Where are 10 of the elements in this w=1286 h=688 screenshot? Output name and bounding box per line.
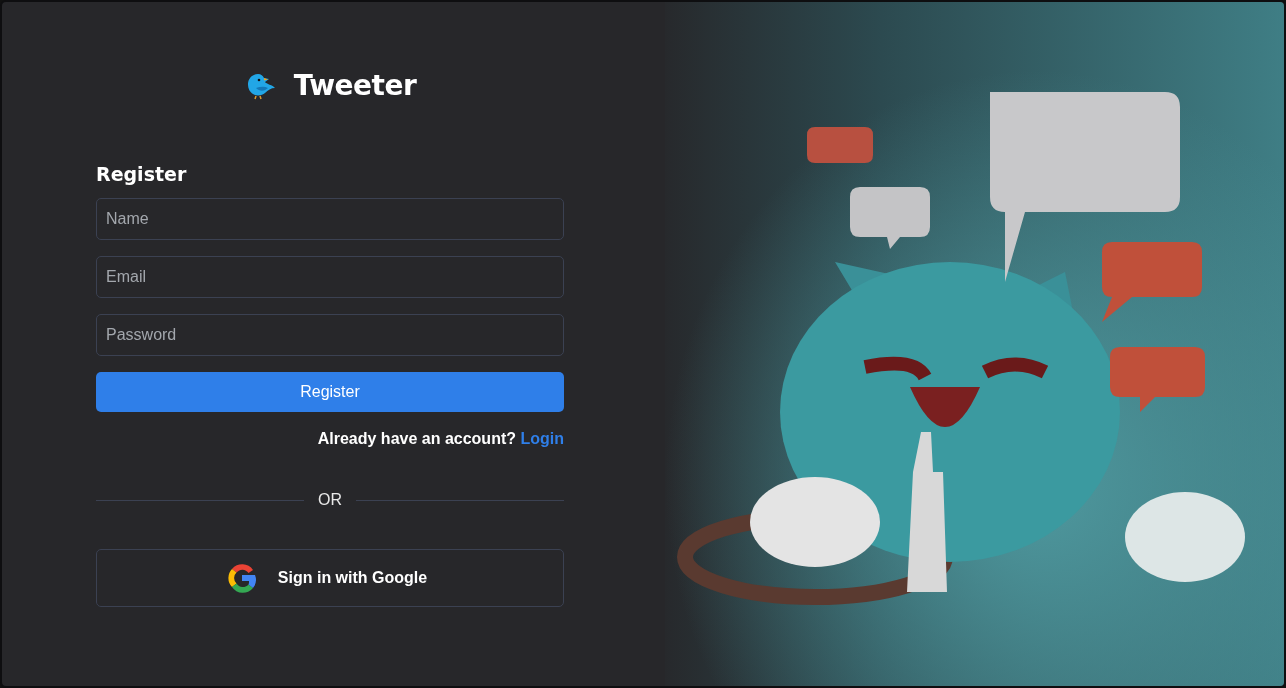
account-prompt: Already have an account? Login bbox=[317, 429, 564, 449]
input-field[interactable]: Name bbox=[96, 198, 564, 240]
divider-label: OR bbox=[317, 491, 343, 509]
input-field[interactable]: Password bbox=[96, 314, 564, 356]
register-button[interactable]: Register bbox=[96, 372, 564, 412]
app-name: Tweeter bbox=[293, 68, 417, 102]
input-field[interactable]: Email bbox=[96, 256, 564, 298]
google-sign-in-button[interactable]: Sign in with Google bbox=[96, 549, 564, 607]
login-link[interactable]: Login bbox=[520, 430, 564, 447]
form-title: Register bbox=[96, 162, 188, 186]
